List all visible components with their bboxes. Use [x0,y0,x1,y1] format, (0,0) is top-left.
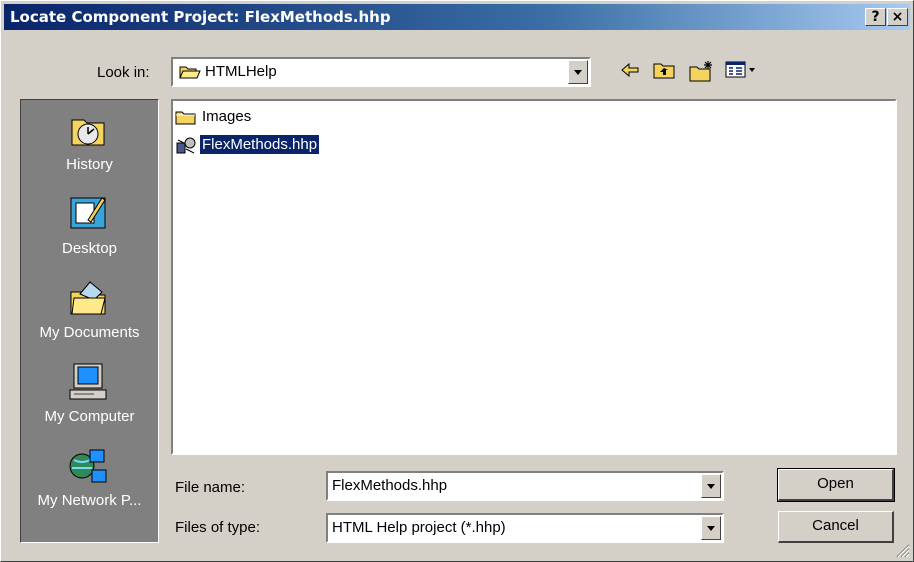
place-label: My Network P... [37,492,142,509]
place-my-documents[interactable]: My Documents [21,274,158,358]
file-name: Images [202,108,252,125]
hhp-file-icon [176,137,196,154]
look-in-label: Look in: [97,64,150,81]
file-type-label: Files of type: [175,519,261,536]
place-label: History [66,156,113,173]
my-documents-icon [70,281,106,315]
help-button[interactable]: ? [865,8,886,26]
file-name-combo[interactable]: FlexMethods.hhp [326,471,724,501]
network-places-icon [69,449,107,483]
cancel-button[interactable]: Cancel [778,511,894,543]
desktop-icon [70,197,106,229]
place-history[interactable]: History [21,106,158,190]
file-name-dropdown-button[interactable] [701,474,721,498]
place-label: My Documents [39,324,140,341]
open-folder-icon [179,66,201,79]
new-folder-icon[interactable] [689,60,715,82]
place-my-computer[interactable]: My Computer [21,358,158,442]
list-item-images[interactable]: Images [175,107,295,127]
history-icon [71,119,105,146]
title-bar[interactable]: Locate Component Project: FlexMethods.hh… [4,4,910,30]
my-computer-icon [69,363,107,400]
file-name-value: FlexMethods.hhp [332,477,448,494]
up-one-level-icon[interactable] [653,60,677,80]
size-grip-icon[interactable] [894,542,910,558]
dialog-title: Locate Component Project: FlexMethods.hh… [10,8,391,26]
file-list[interactable]: Images FlexMethods.hhp [171,99,897,455]
open-dialog: Locate Component Project: FlexMethods.hh… [0,0,914,562]
file-name-label: File name: [175,479,246,496]
place-label: Desktop [61,240,118,257]
close-button[interactable]: × [887,8,908,26]
back-icon[interactable] [619,60,641,80]
file-type-combo[interactable]: HTML Help project (*.hhp) [326,513,724,543]
look-in-value: HTMLHelp [205,63,277,80]
open-button[interactable]: Open [777,468,895,502]
list-item-flexmethods[interactable]: FlexMethods.hhp [175,134,375,155]
look-in-combo[interactable]: HTMLHelp [171,57,591,87]
view-menu-icon[interactable] [725,60,757,80]
folder-icon [175,111,196,125]
file-type-value: HTML Help project (*.hhp) [332,519,506,536]
file-type-dropdown-button[interactable] [701,516,721,540]
file-name: FlexMethods.hhp [198,134,321,155]
place-network[interactable]: My Network P... [21,442,158,526]
places-bar: History Desktop My Documents My Computer… [20,99,159,543]
look-in-dropdown-button[interactable] [568,60,588,84]
place-label: My Computer [44,408,135,425]
place-desktop[interactable]: Desktop [21,190,158,274]
